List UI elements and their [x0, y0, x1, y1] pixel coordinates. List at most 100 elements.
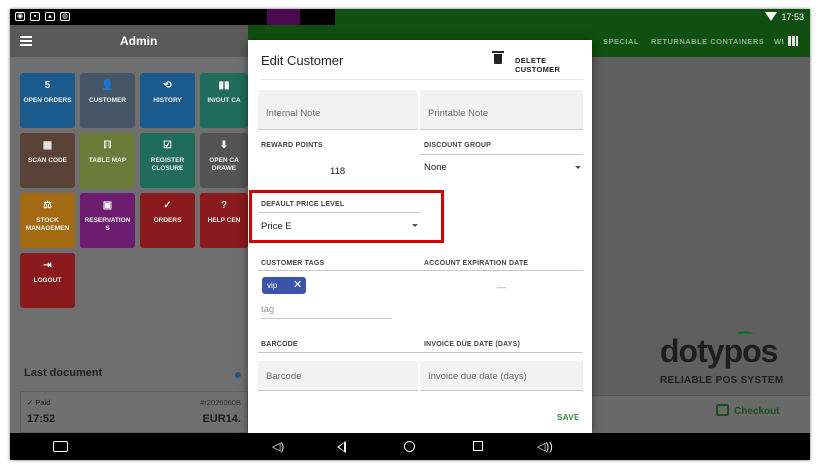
- register-closure-icon: ☑: [163, 140, 172, 151]
- discount-group-label: DISCOUNT GROUP: [424, 142, 491, 149]
- barcode-label: BARCODE: [261, 341, 298, 348]
- tag-chip[interactable]: vip ✕: [262, 277, 306, 294]
- history-icon: ⟲: [163, 80, 172, 91]
- internal-note-field[interactable]: Internal Note: [258, 90, 418, 130]
- invoice-due-field[interactable]: Invoice due date (days): [420, 361, 583, 391]
- internal-note-placeholder: Internal Note: [266, 108, 321, 119]
- page-title: Admin: [120, 34, 158, 48]
- home-icon[interactable]: [404, 441, 415, 452]
- printable-note-placeholder: Printable Note: [428, 108, 489, 119]
- tile-label: IN/OUT CA: [207, 97, 241, 104]
- check-icon: ✓: [163, 200, 172, 211]
- tile-label: STOCK MANAGEMEN: [25, 217, 70, 232]
- tile-label: HELP CEN: [207, 217, 241, 224]
- tile-reservation-s[interactable]: ▣ RESERVATION S: [80, 193, 135, 248]
- tile-history[interactable]: ⟲ HISTORY: [140, 73, 195, 128]
- drawer-icon: ⬇: [219, 140, 229, 151]
- field-underline: [258, 352, 583, 353]
- tile-open-orders[interactable]: 5 OPEN ORDERS: [20, 73, 75, 128]
- background-strip: [267, 9, 300, 25]
- tile-in-out-ca[interactable]: ▮▮ IN/OUT CA: [200, 73, 248, 128]
- document-status: ✓ Paid: [27, 398, 51, 407]
- tile-logout[interactable]: ⇥ LOGOUT: [20, 253, 75, 308]
- tile-label: CUSTOMER: [88, 97, 127, 104]
- close-icon[interactable]: ✕: [293, 278, 302, 291]
- table-icon: ℿ: [103, 140, 112, 151]
- customer-tags-label: CUSTOMER TAGS: [261, 260, 325, 267]
- delete-customer-button[interactable]: DELETE CUSTOMER: [515, 56, 592, 74]
- barcode-placeholder: Barcode: [266, 371, 302, 382]
- printable-note-field[interactable]: Printable Note: [420, 90, 583, 130]
- tile-register-closure[interactable]: ☑ REGISTER CLOSURE: [140, 133, 195, 188]
- reward-points-label: REWARD POINTS: [261, 142, 323, 149]
- tile-open-ca-drawe[interactable]: ⬇ OPEN CA DRAWE: [200, 133, 248, 188]
- eye-icon: ◉: [15, 12, 25, 21]
- highlight-box: [249, 190, 444, 243]
- edit-customer-dialog: Edit Customer DELETE CUSTOMER Internal N…: [248, 40, 592, 433]
- tile-help-cen[interactable]: ? HELP CEN: [200, 193, 248, 248]
- logo-mark-icon: [737, 331, 753, 337]
- field-underline: [420, 270, 583, 271]
- last-document-heading: Last document: [24, 367, 103, 379]
- invoice-due-label: INVOICE DUE DATE (DAYS): [424, 341, 520, 348]
- cash-icon: ▮▮: [218, 80, 230, 91]
- back-icon[interactable]: [337, 441, 346, 453]
- tile-label: LOGOUT: [33, 277, 62, 284]
- dialog-title: Edit Customer: [261, 53, 344, 68]
- tile-label: HISTORY: [153, 97, 182, 104]
- clock: 17:53: [781, 12, 804, 22]
- calendar-icon: ▣: [102, 200, 113, 211]
- logout-icon: ⇥: [43, 260, 52, 271]
- browser-icon: ◍: [60, 12, 70, 21]
- background-strip: [335, 9, 810, 25]
- field-underline: [258, 270, 421, 271]
- last-document-card[interactable]: ✓ Paid #r2026060B 17:52 EUR14.: [20, 391, 248, 433]
- field-underline: [420, 154, 583, 155]
- brand-tagline: RELIABLE POS SYSTEM: [660, 375, 784, 386]
- image-icon: ▴: [45, 12, 55, 21]
- status-bar: ◉ ▪ ▴ ◍ 17:53: [10, 9, 810, 25]
- discount-group-select[interactable]: None: [424, 162, 447, 173]
- volume-up-icon[interactable]: ◁)): [537, 440, 553, 453]
- hamburger-menu-icon[interactable]: [20, 36, 32, 46]
- tile-label: ORDERS: [153, 217, 182, 224]
- save-button[interactable]: SAVE: [557, 413, 580, 422]
- grid-view-icon[interactable]: [788, 36, 798, 46]
- expiration-date-value[interactable]: —: [497, 282, 506, 292]
- tag-input[interactable]: tag: [261, 304, 274, 315]
- divider: [261, 79, 583, 80]
- category-tab[interactable]: WI: [774, 37, 784, 46]
- tile-label: REGISTER CLOSURE: [150, 157, 185, 172]
- tile-scan-code[interactable]: ▦ SCAN CODE: [20, 133, 75, 188]
- help-icon: ?: [220, 200, 228, 211]
- chevron-down-icon[interactable]: [575, 166, 581, 169]
- tile-orders[interactable]: ✓ ORDERS: [140, 193, 195, 248]
- tile-label: OPEN CA DRAWE: [209, 157, 239, 172]
- admin-toolbar: Admin: [10, 25, 248, 57]
- tile-label: SCAN CODE: [27, 157, 67, 164]
- screenshot-icon[interactable]: [53, 441, 68, 452]
- brand-logo: dotypos: [660, 333, 778, 369]
- tile-label: RESERVATION S: [84, 217, 131, 232]
- wifi-icon: [765, 12, 777, 21]
- tile-label: TABLE MAP: [88, 157, 127, 164]
- expiration-date-label: ACCOUNT EXPIRATION DATE: [424, 260, 529, 267]
- tablet-screen: ◉ ▪ ▴ ◍ 17:53 Admin 5 OPEN ORDERS 👤 CUSTOME…: [10, 9, 810, 460]
- wallet-icon: [716, 404, 729, 416]
- tag-chip-label: vip: [267, 281, 278, 290]
- tile-customer[interactable]: 👤 CUSTOMER: [80, 73, 135, 128]
- category-tab[interactable]: SPECIAL: [603, 37, 639, 46]
- notification-icons: ◉ ▪ ▴ ◍: [15, 12, 70, 21]
- document-number: #r2026060B: [200, 398, 241, 407]
- category-tab[interactable]: RETURNABLE CONTAINERS: [651, 37, 764, 46]
- barcode-field[interactable]: Barcode: [258, 361, 418, 391]
- tile-table-map[interactable]: ℿ TABLE MAP: [80, 133, 135, 188]
- tile-label: OPEN ORDERS: [23, 97, 72, 104]
- checkout-button[interactable]: Checkout: [734, 406, 780, 417]
- android-nav-bar: ◁) ◁)): [10, 433, 810, 460]
- recent-apps-icon[interactable]: [473, 441, 483, 451]
- tile-stock-managemen[interactable]: ⚖ STOCK MANAGEMEN: [20, 193, 75, 248]
- volume-down-icon[interactable]: ◁): [272, 440, 284, 453]
- trash-icon[interactable]: [492, 51, 504, 64]
- field-underline: [261, 318, 392, 319]
